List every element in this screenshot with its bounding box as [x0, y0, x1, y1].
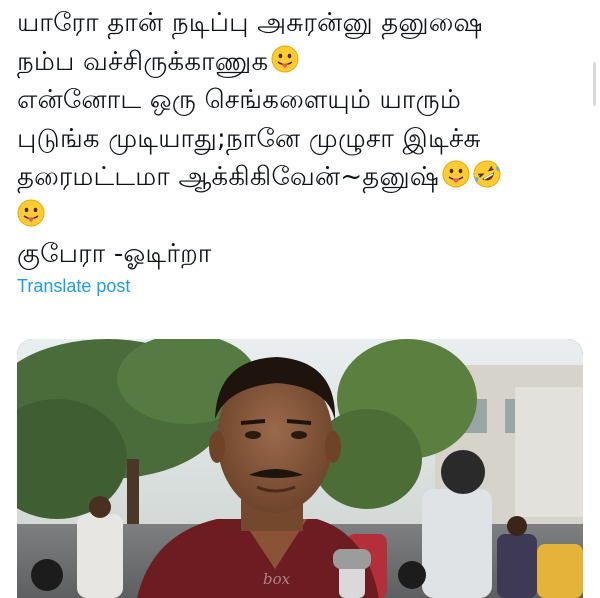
- rolling-on-floor-laughing-icon: [473, 160, 501, 188]
- face-with-tongue-icon: [442, 160, 470, 188]
- post-line-4: புடுங்க முடியாது;நானே முழுசா இடிச்சு: [17, 123, 481, 154]
- post-line-5: தரைமட்டமா ஆக்கிகிவேன்~தனுஷ்: [17, 158, 592, 197]
- post-line-1: யாரோ தான் நடிப்பு அசுரன்னு தனுஷை: [17, 8, 483, 38]
- translate-post-link[interactable]: Translate post: [17, 276, 130, 297]
- video-frame-image: [17, 339, 583, 598]
- face-with-tongue-icon: [17, 199, 45, 227]
- video-thumbnail[interactable]: box: [17, 339, 583, 598]
- post-line-6: [17, 197, 592, 236]
- scroll-indicator[interactable]: [593, 62, 596, 106]
- post-text: யாரோ தான் நடிப்பு அசுரன்னு தனுஷை நம்ப வச…: [17, 4, 592, 274]
- post-line-5-text: தரைமட்டமா ஆக்கிகிவேன்~தனுஷ்: [17, 162, 440, 192]
- post-line-7: குபேரா -ஓடிர்றா: [17, 239, 212, 269]
- video-watermark: box: [263, 570, 291, 588]
- post-line-2: நம்ப வச்சிருக்காணுக: [17, 43, 592, 82]
- face-with-tongue-icon: [271, 45, 299, 73]
- post-line-2-text: நம்ப வச்சிருக்காணுக: [17, 46, 269, 77]
- post-line-3: என்னோட ஒரு செங்களையும் யாரும்: [17, 85, 461, 115]
